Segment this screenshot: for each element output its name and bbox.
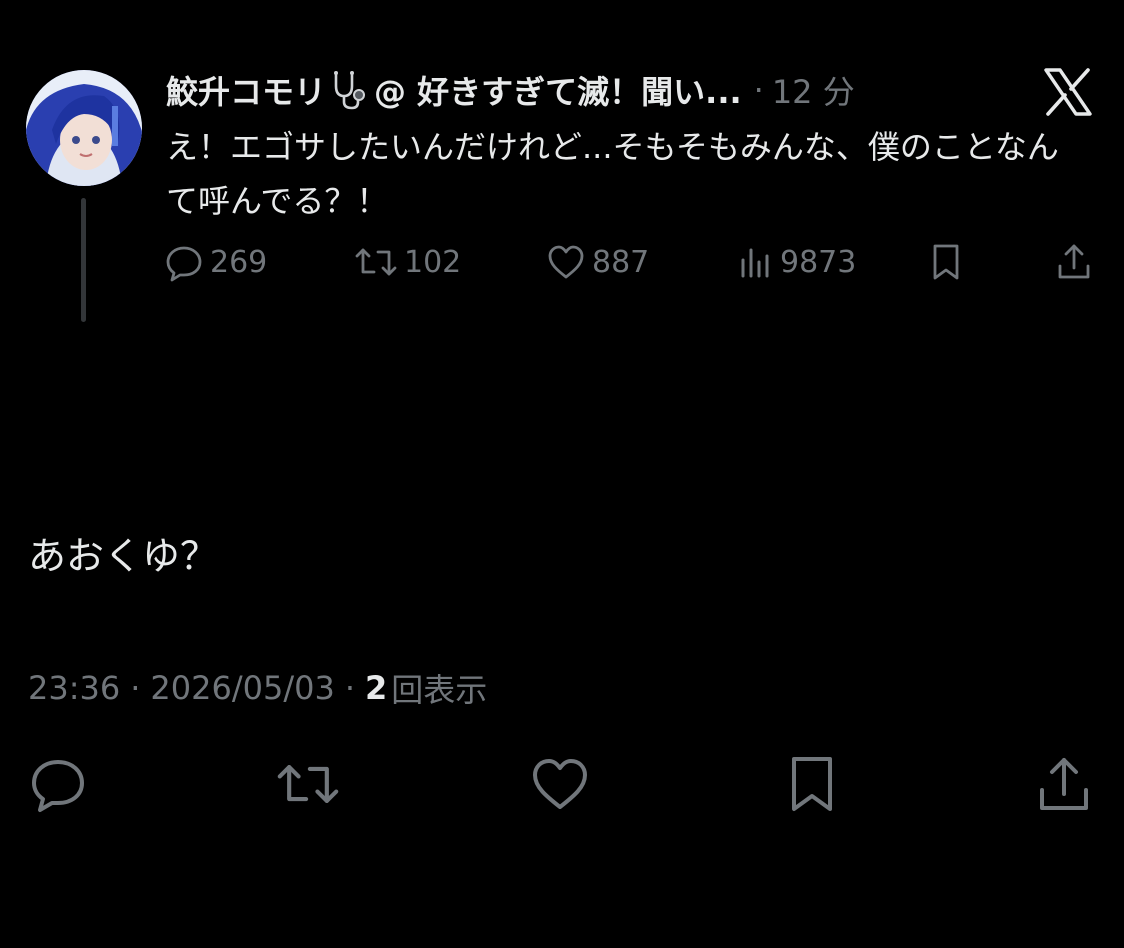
heart-icon <box>533 759 587 809</box>
x-logo-icon[interactable] <box>1040 64 1096 120</box>
reply-button[interactable] <box>26 752 90 816</box>
avatar-image <box>26 70 142 186</box>
views-label: 回表示 <box>391 671 488 709</box>
meta-separator: · <box>130 669 141 707</box>
views-count: 2 <box>365 669 388 707</box>
parent-tweet-text: え！エゴサしたいんだけれど...そもそもみんな、僕のことなんて呼んでる？！ <box>166 128 1059 220</box>
stethoscope-icon <box>328 70 370 110</box>
like-button[interactable] <box>528 752 592 816</box>
views-icon <box>741 248 769 278</box>
time-ago[interactable]: 12 分 <box>772 67 855 113</box>
heart-icon <box>548 245 584 279</box>
reply-action-bar <box>0 752 1124 816</box>
share-button[interactable] <box>1054 240 1094 284</box>
bookmark-button[interactable] <box>926 240 966 284</box>
tweet-meta: 23:36 · 2026/05/03 · 2 回表示 <box>28 664 487 712</box>
views-button[interactable]: 9873 <box>738 240 856 284</box>
thread-line <box>81 198 86 322</box>
tweet-header: 鮫升コモリ @ 好きすぎて滅！聞い... · 12 分 <box>166 64 986 116</box>
retweet-icon <box>277 764 339 804</box>
share-icon <box>1040 758 1088 810</box>
bookmark-icon <box>933 244 959 280</box>
avatar[interactable] <box>26 70 142 186</box>
tweet-time[interactable]: 23:36 <box>28 669 120 707</box>
retweet-button[interactable] <box>276 752 340 816</box>
share-button[interactable] <box>1032 752 1096 816</box>
like-button[interactable]: 887 <box>546 240 649 284</box>
bookmark-icon <box>792 757 832 811</box>
header-separator: · <box>753 71 764 109</box>
reply-icon <box>32 760 84 812</box>
like-count: 887 <box>592 244 650 280</box>
reply-icon <box>166 246 202 282</box>
retweet-icon <box>355 248 397 276</box>
parent-action-bar: 269 102 887 9873 <box>164 240 1094 284</box>
reply-count: 269 <box>210 244 268 280</box>
retweet-button[interactable]: 102 <box>354 240 461 284</box>
views-count: 9873 <box>780 244 857 280</box>
share-icon <box>1058 244 1090 279</box>
meta-separator: · <box>344 669 355 707</box>
tweet-date[interactable]: 2026/05/03 <box>150 669 334 707</box>
reply-tweet-text: あおくゆ？ <box>28 534 219 578</box>
display-name[interactable]: 鮫升コモリ <box>166 67 326 113</box>
reply-button[interactable]: 269 <box>164 240 267 284</box>
bookmark-button[interactable] <box>780 752 844 816</box>
handle[interactable]: @ 好きすぎて滅！聞い... <box>374 67 742 113</box>
retweet-count: 102 <box>404 244 462 280</box>
